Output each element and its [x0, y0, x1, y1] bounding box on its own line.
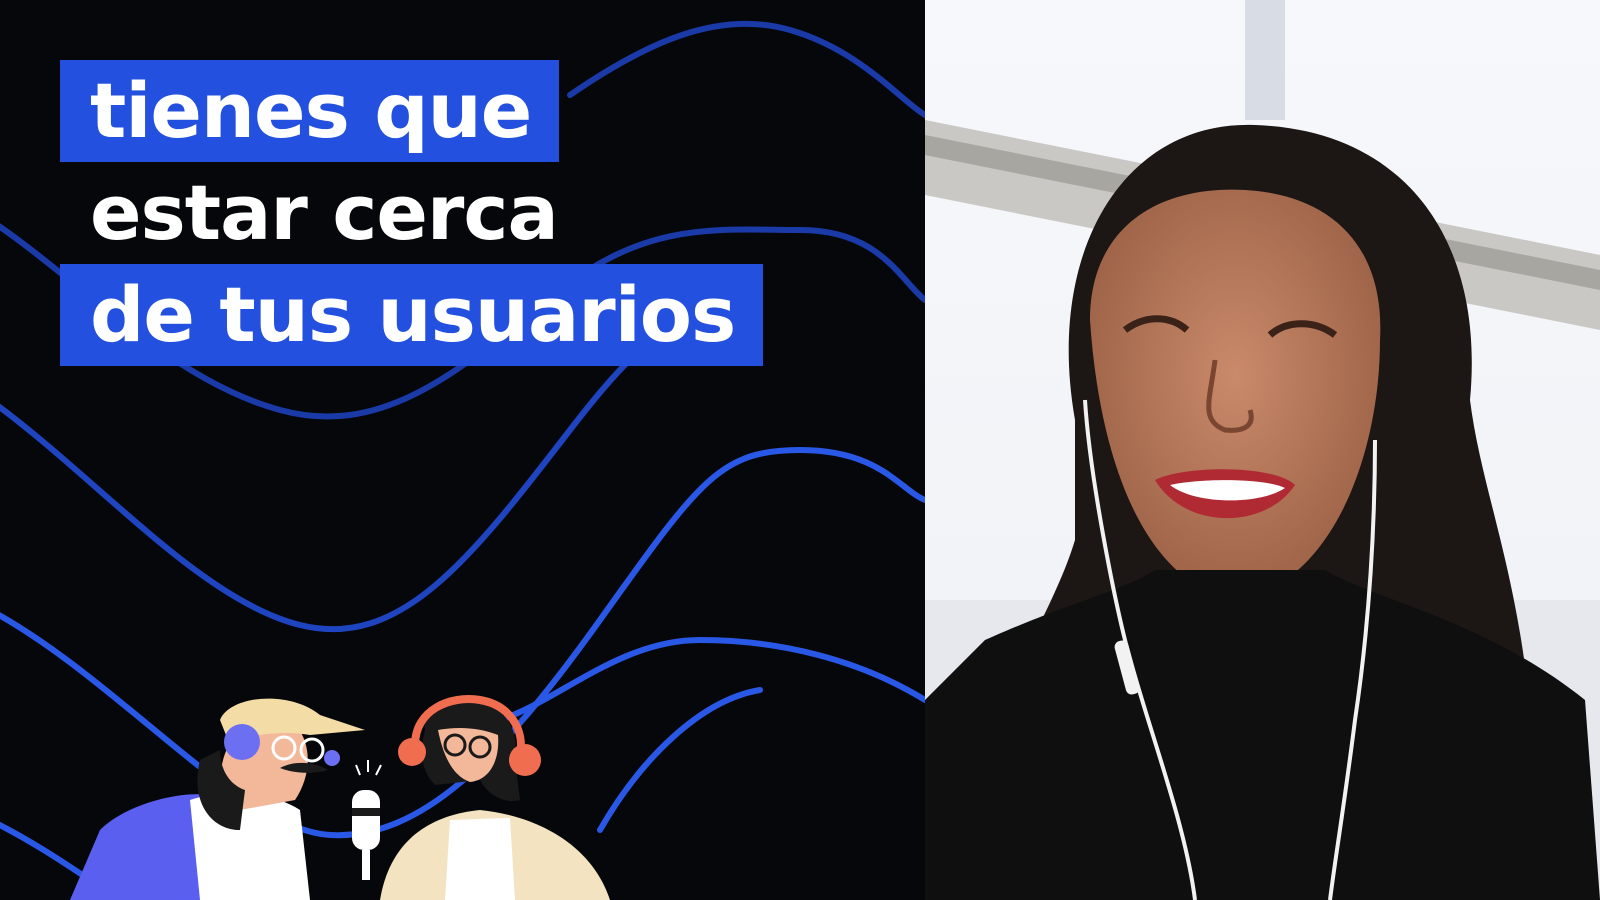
caption-line-2: estar cerca — [60, 162, 586, 264]
left-panel: tienes que estar cerca de tus usuarios — [0, 0, 925, 900]
caption-text-3: de tus usuarios — [60, 264, 764, 366]
caption-text-1: tienes que — [60, 60, 560, 162]
microphone-icon — [352, 760, 382, 880]
video-feed-panel — [925, 0, 1600, 900]
caption-line-1: tienes que — [60, 60, 560, 162]
podcast-hosts-illustration — [70, 695, 610, 900]
speaker-video-feed — [925, 0, 1600, 900]
host-right — [380, 695, 610, 900]
caption-line-3: de tus usuarios — [60, 264, 764, 366]
caption-text-2: estar cerca — [90, 168, 559, 257]
host-left — [70, 698, 365, 900]
wave-line-1 — [567, 20, 925, 118]
wave-line-3 — [0, 326, 723, 633]
